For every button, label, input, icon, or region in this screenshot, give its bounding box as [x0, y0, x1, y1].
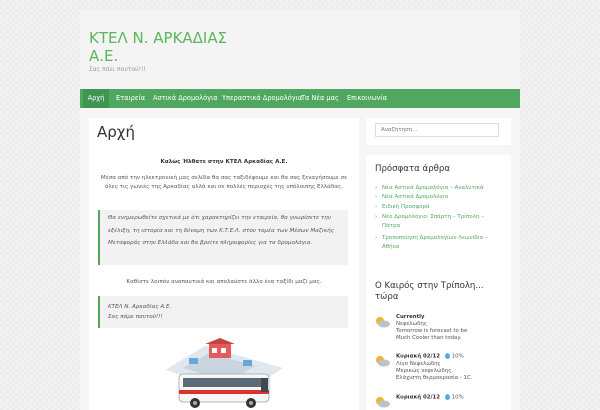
recent-posts-widget: Πρόσφατα άρθρα Νέα Αστικά Δρομολόγια – Α…: [366, 155, 511, 273]
recent-post-link[interactable]: Νέο Δρομολόγιο: Σπάρτη – Τρίπολη – Πάτρα: [375, 213, 502, 231]
weather-day-condition: Λίγο Νεφελώδης: [396, 360, 441, 367]
weather-day: Κυριακή 02/12 10% Λίγο Νεφελώδης Μερικώς…: [374, 353, 504, 385]
weather-current-compare: Much Cooler than today.: [396, 335, 462, 341]
weather-day-summary: Μερικώς νεφελώδης.: [396, 367, 454, 374]
recent-post-link[interactable]: Ειδική Προσφορά: [375, 203, 502, 212]
signature-slogan: Σας πάμε παντού!!!: [108, 314, 163, 320]
weather-current-head: Currently: [396, 314, 425, 320]
nav-item-city-routes[interactable]: Αστικά Δρομολόγια: [153, 89, 218, 108]
nav-item-home[interactable]: Αρχή: [83, 89, 109, 108]
weather-day-rain: 10%: [451, 353, 464, 360]
recent-post-link[interactable]: Τροποποίηση Δρομολογίων Λεωνίδιο – Αθήνα: [375, 234, 502, 252]
recent-posts-title: Πρόσφατα άρθρα: [375, 164, 451, 174]
weather-current-condition: Νεφελώδης: [396, 321, 427, 327]
weather-day-head: Κυριακή 02/12: [396, 353, 440, 360]
search-widget: [366, 118, 511, 145]
intro-paragraph: Μέσα από την ηλεκτρονική μας σελίδα θα σ…: [100, 175, 348, 190]
nav-item-contact[interactable]: Επικοινωνία: [347, 89, 387, 108]
main-content: Αρχή Καλώς Ήλθατε στην ΚΤΕΛ Αρκαδίας Α.Ε…: [89, 118, 359, 410]
site-description: Σας πάει παντού!!!: [89, 66, 146, 73]
blockquote-info-text: Θα ενημερωθείτε σχετικά με ότι χαρακτηρί…: [108, 215, 334, 246]
weather-day: Κυριακή 02/12 10%: [374, 394, 504, 408]
search-input[interactable]: [375, 123, 499, 137]
partly-cloudy-icon: [376, 397, 390, 408]
nav-item-intercity-routes[interactable]: Υπεραστικά Δρομολόγια: [222, 89, 302, 108]
page-title: Αρχή: [97, 123, 135, 141]
nav-item-company[interactable]: Εταιρεία: [116, 89, 145, 108]
site-header: ΚΤΕΛ Ν. ΑΡΚΑΔΙΑΣ Α.Ε. Σας πάει παντού!!!: [80, 10, 520, 89]
weather-day-text: Κυριακή 02/12 10%: [396, 394, 501, 402]
rain-drop-icon: [444, 394, 450, 400]
blockquote-info: Θα ενημερωθείτε σχετικά με ότι χαρακτηρί…: [98, 210, 348, 265]
weather-current-text: Currently Νεφελώδης Tomorrow is forecast…: [396, 314, 501, 342]
weather-current-forecast: Tomorrow is forecast to be: [396, 328, 468, 334]
weather-day-min: Ελάχιστη θερμοκρασία - 1C.: [396, 374, 473, 381]
recent-post-link[interactable]: Νέα Αστικά Δρομολόγια: [375, 193, 502, 202]
partly-cloudy-icon: [376, 356, 390, 367]
weather-widget: Ο Καιρός στην Τρίπολη... τώρα Currently …: [366, 273, 511, 410]
weather-day-text: Κυριακή 02/12 10% Λίγο Νεφελώδης Μερικώς…: [396, 353, 501, 382]
page-wrapper: ΚΤΕΛ Ν. ΑΡΚΑΔΙΑΣ Α.Ε. Σας πάει παντού!!!…: [80, 10, 520, 410]
recent-post-link[interactable]: Νέα Αστικά Δρομολόγια – Αναλυτικά: [375, 184, 502, 193]
blockquote-signature: ΚΤΕΛ Ν. Αρκαδίας Α.Ε. Σας πάμε παντού!!!: [98, 296, 348, 328]
weather-current: Currently Νεφελώδης Tomorrow is forecast…: [374, 314, 504, 344]
partly-cloudy-icon: [376, 317, 390, 328]
main-navigation: Αρχή Εταιρεία Αστικά Δρομολόγια Υπεραστι…: [80, 89, 520, 108]
weather-title: Ο Καιρός στην Τρίπολη... τώρα: [375, 281, 484, 302]
signature-company: ΚΤΕΛ Ν. Αρκαδίας Α.Ε.: [108, 304, 172, 310]
bus-station-image: [165, 338, 283, 408]
welcome-text: Καλώς Ήλθατε στην ΚΤΕΛ Αρκαδίας Α.Ε.: [160, 159, 288, 165]
invite-paragraph: Καθίστε λοιπόν αναπαυτικά και απολαύστε …: [126, 279, 322, 285]
nav-item-news[interactable]: Τα Νέα μας: [301, 89, 339, 108]
site-title[interactable]: ΚΤΕΛ Ν. ΑΡΚΑΔΙΑΣ Α.Ε.: [89, 29, 249, 65]
rain-drop-icon: [444, 353, 450, 359]
